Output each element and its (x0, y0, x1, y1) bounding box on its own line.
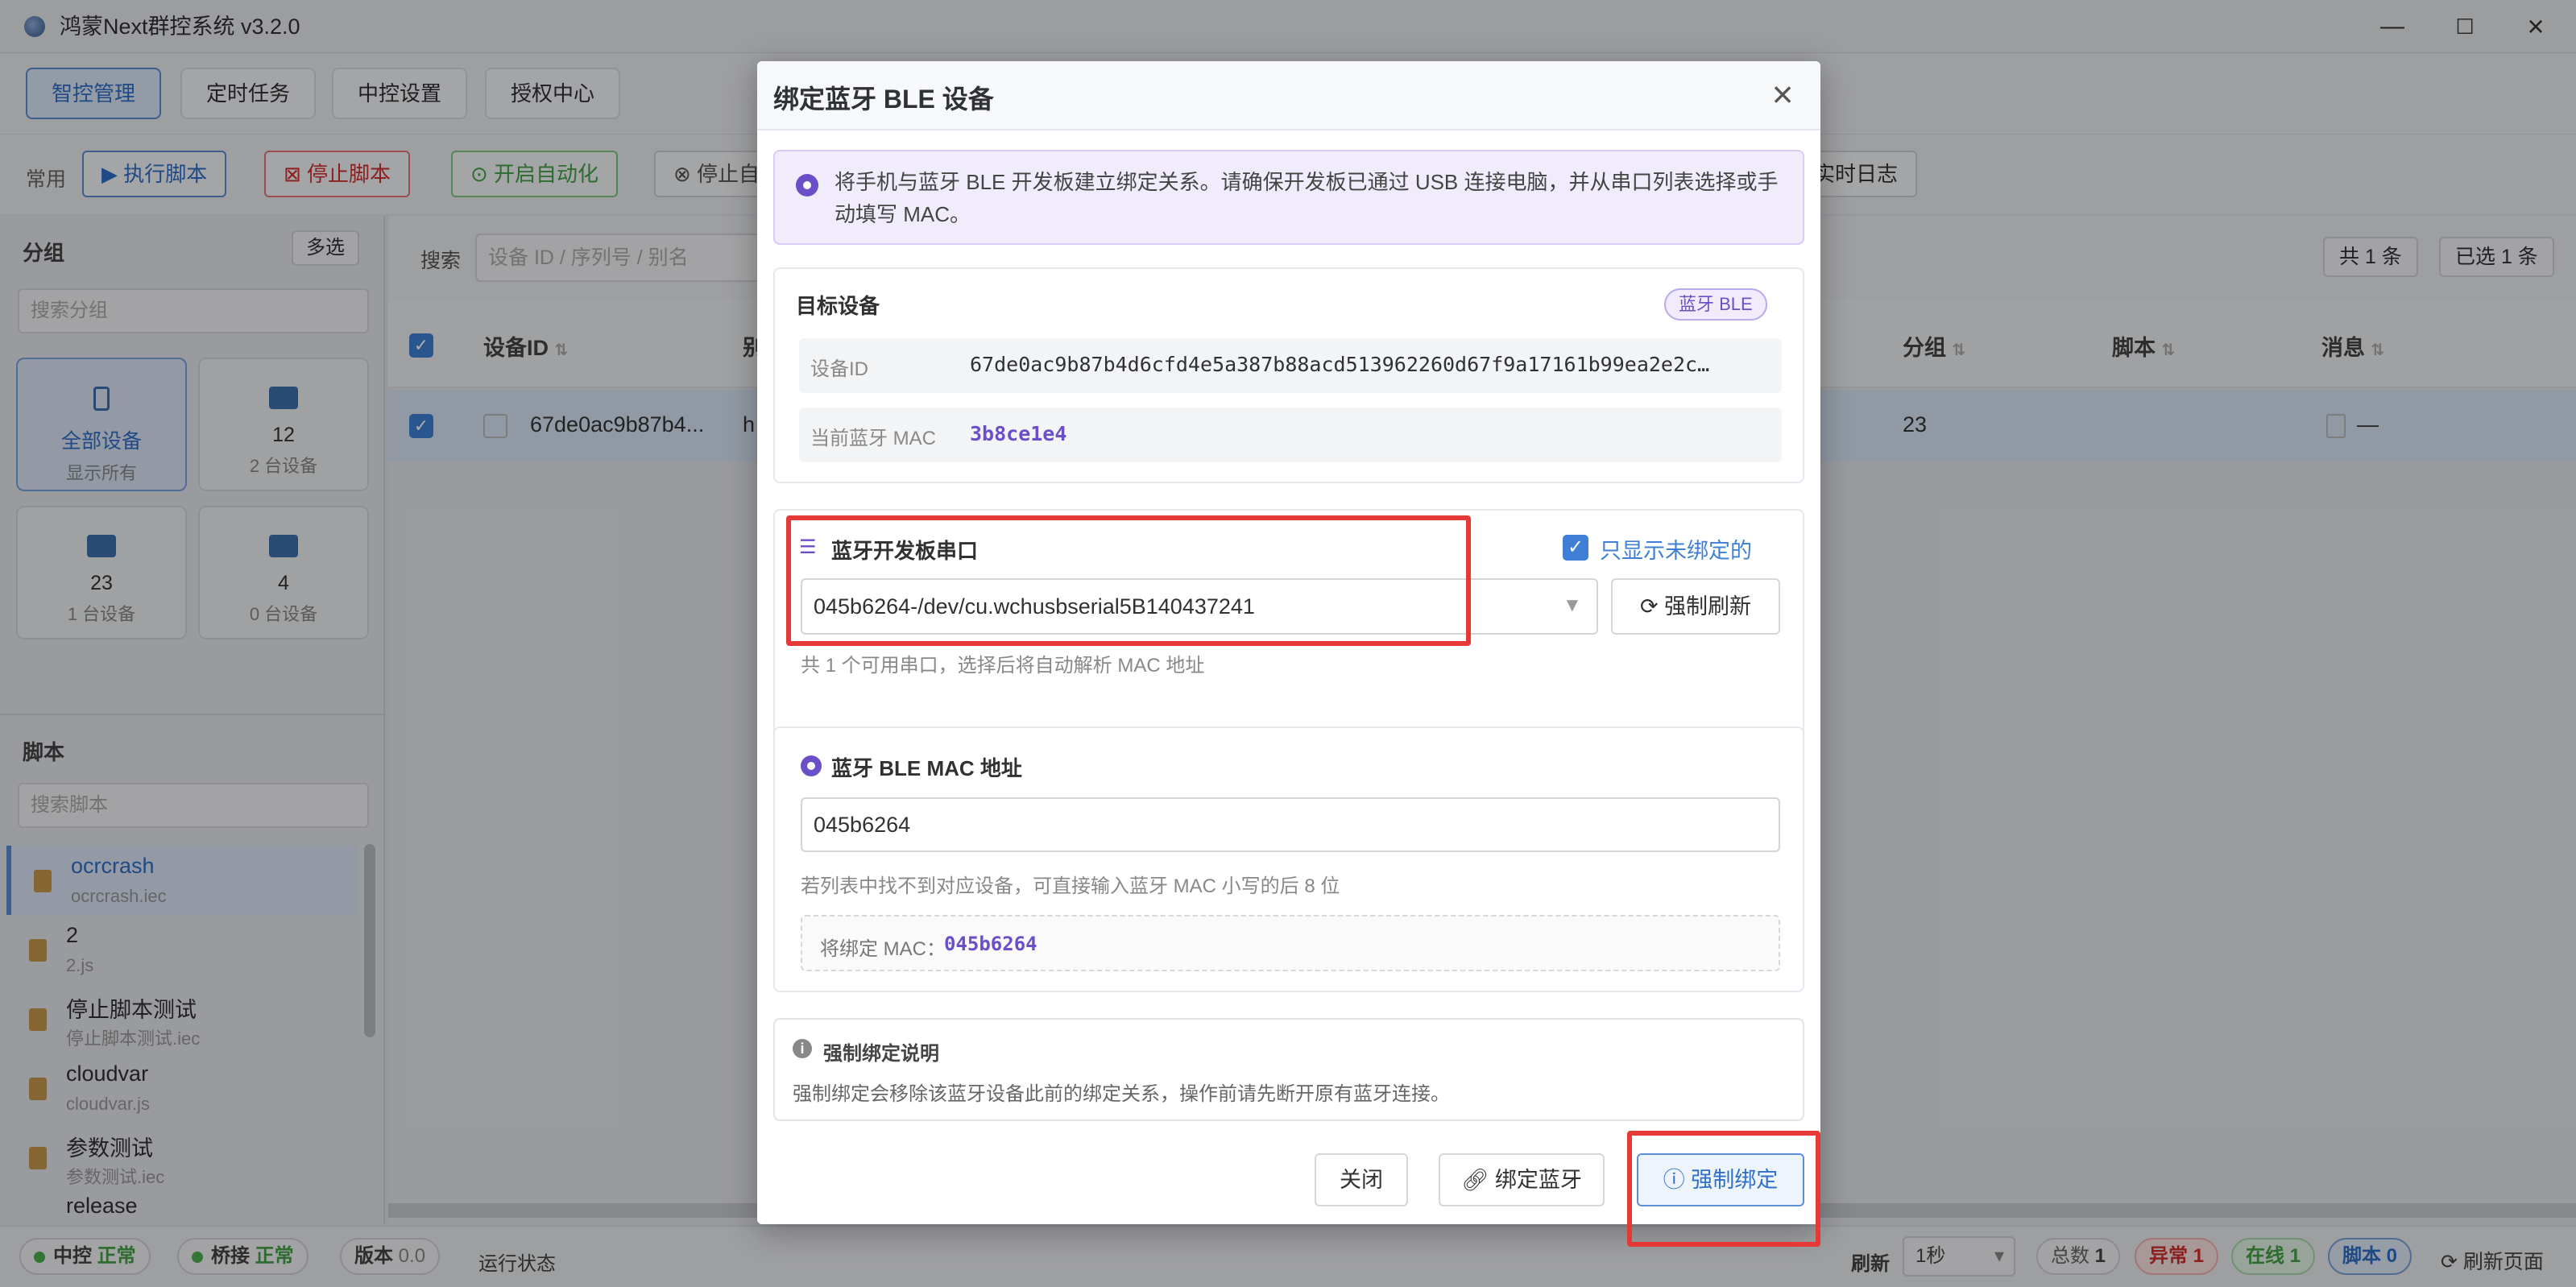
info-dot-icon (796, 174, 818, 197)
info-banner: 将手机与蓝牙 BLE 开发板建立绑定关系。请确保开发板已通过 USB 连接电脑，… (773, 150, 1804, 245)
highlight-box-serial (786, 515, 1471, 646)
force-bind-note-text: 强制绑定会移除该蓝牙设备此前的绑定关系，操作前请先断开原有蓝牙连接。 (793, 1083, 1450, 1105)
force-bind-note: i 强制绑定说明 强制绑定会移除该蓝牙设备此前的绑定关系，操作前请先断开原有蓝牙… (773, 1018, 1804, 1121)
refresh-icon: ⟳ (1639, 594, 1665, 619)
dialog-title: 绑定蓝牙 BLE 设备 (773, 85, 994, 114)
mac-address-card: 蓝牙 BLE MAC 地址 045b6264 若列表中找不到对应设备，可直接输入… (773, 726, 1804, 992)
mac-preview-value: 045b6264 (944, 933, 1037, 955)
target-device-card: 目标设备 蓝牙 BLE 设备ID 67de0ac9b87b4d6cfd4e5a3… (773, 267, 1804, 483)
serial-port-hint: 共 1 个可用串口，选择后将自动解析 MAC 地址 (801, 655, 1205, 677)
close-icon[interactable]: × (1761, 72, 1804, 116)
dialog-header: 绑定蓝牙 BLE 设备 × (757, 61, 1820, 130)
target-device-title: 目标设备 (796, 294, 880, 318)
only-unbound-label[interactable]: 只显示未绑定的 (1600, 533, 1752, 565)
radio-dot-icon (801, 755, 822, 776)
highlight-box-force-bind (1627, 1131, 1820, 1247)
device-id-label: 设备ID (810, 358, 868, 380)
force-bind-note-title: 强制绑定说明 (823, 1043, 939, 1065)
force-refresh-button[interactable]: ⟳ 强制刷新 (1611, 578, 1780, 635)
close-button[interactable]: 关闭 (1315, 1153, 1408, 1206)
device-id-value: 67de0ac9b87b4d6cfd4e5a387b88acd513962260… (970, 353, 1710, 376)
only-unbound-checkbox[interactable]: ✓ (1563, 535, 1588, 561)
mac-input[interactable]: 045b6264 (801, 797, 1780, 852)
mac-preview: 将绑定 MAC： 045b6264 (801, 915, 1780, 971)
link-icon: 🔗︎ (1461, 1168, 1495, 1192)
current-mac-value: 3b8ce1e4 (970, 422, 1067, 445)
info-text: 将手机与蓝牙 BLE 开发板建立绑定关系。请确保开发板已通过 USB 连接电脑，… (835, 170, 1779, 226)
device-id-row: 设备ID 67de0ac9b87b4d6cfd4e5a387b88acd5139… (799, 338, 1782, 393)
chevron-down-icon: ▼ (1563, 594, 1582, 616)
info-icon: i (793, 1039, 812, 1058)
ble-badge: 蓝牙 BLE (1664, 288, 1767, 321)
mac-hint: 若列表中找不到对应设备，可直接输入蓝牙 MAC 小写的后 8 位 (801, 875, 1340, 897)
current-mac-row: 当前蓝牙 MAC 3b8ce1e4 (799, 408, 1782, 462)
mac-section-title: 蓝牙 BLE MAC 地址 (831, 756, 1022, 780)
bind-ble-button[interactable]: 🔗︎ 绑定蓝牙 (1439, 1153, 1605, 1206)
current-mac-label: 当前蓝牙 MAC (810, 428, 936, 449)
mac-preview-label: 将绑定 MAC： (820, 938, 946, 960)
